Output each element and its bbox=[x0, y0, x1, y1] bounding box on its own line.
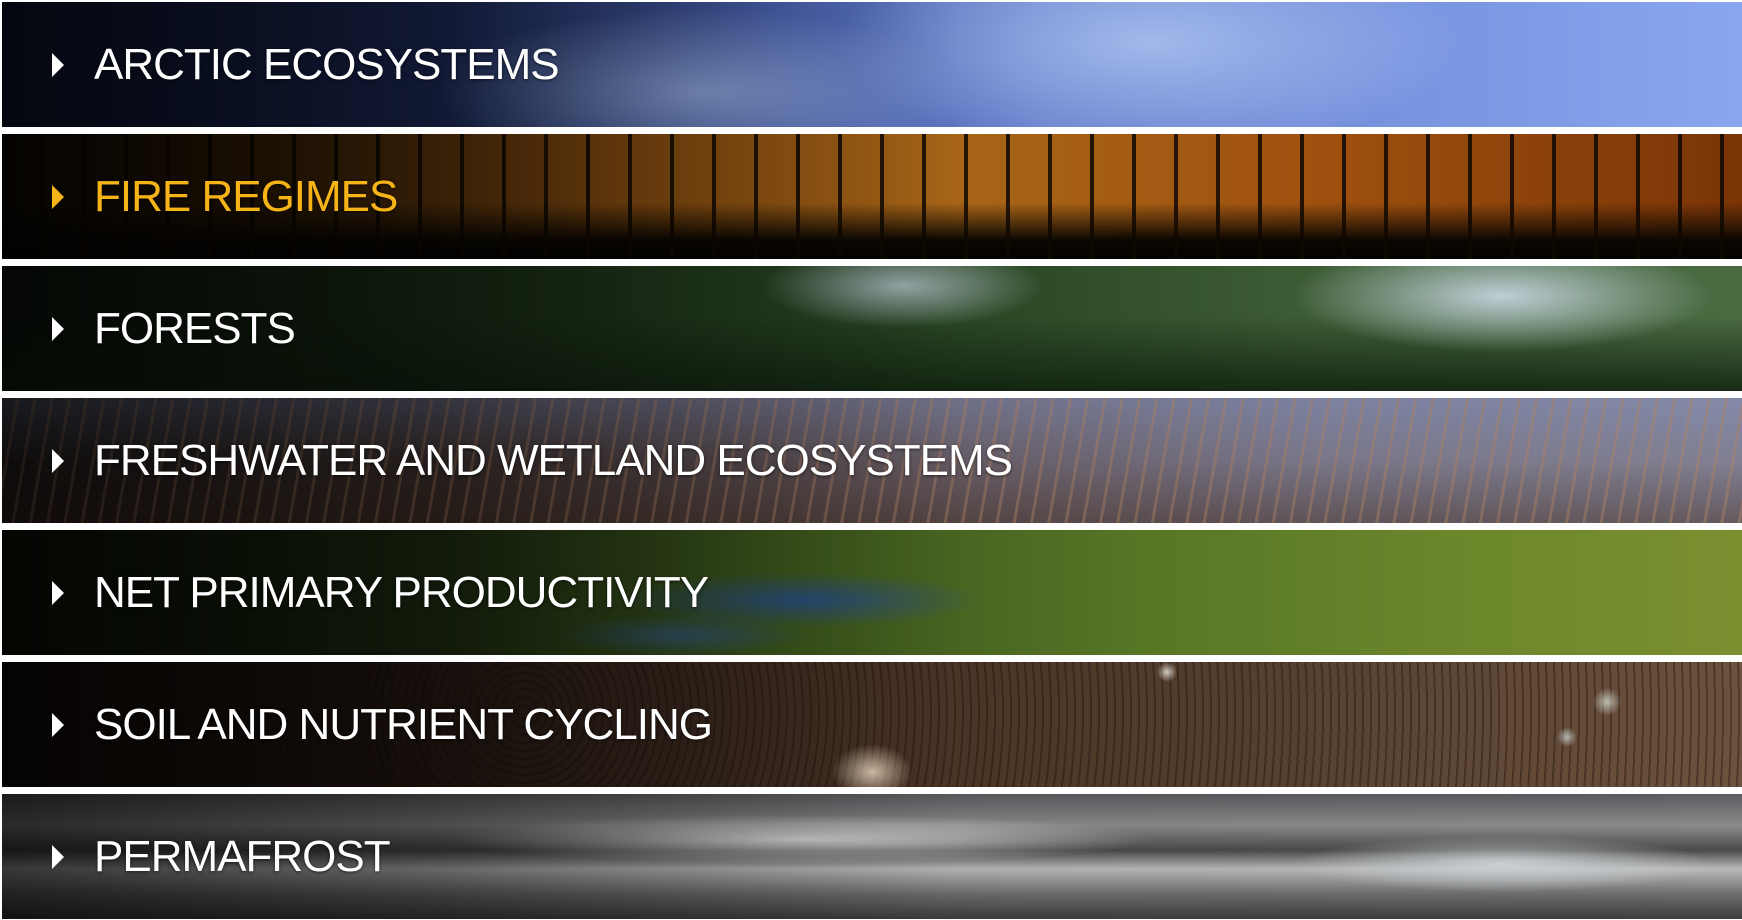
accordion-item-label: NET PRIMARY PRODUCTIVITY bbox=[94, 567, 709, 617]
accordion-item-label: FORESTS bbox=[94, 303, 296, 353]
caret-right-icon bbox=[52, 52, 64, 77]
caret-right-icon bbox=[52, 844, 64, 869]
accordion-item-permafrost[interactable]: PERMAFROST bbox=[2, 794, 1742, 919]
accordion-item-label: FRESHWATER AND WETLAND ECOSYSTEMS bbox=[94, 435, 1013, 485]
topic-accordion: ARCTIC ECOSYSTEMS FIRE REGIMES FORESTS F… bbox=[2, 2, 1742, 920]
accordion-item-label: FIRE REGIMES bbox=[94, 171, 398, 221]
accordion-item-freshwater-and-wetland-ecosystems[interactable]: FRESHWATER AND WETLAND ECOSYSTEMS bbox=[2, 398, 1742, 523]
accordion-item-net-primary-productivity[interactable]: NET PRIMARY PRODUCTIVITY bbox=[2, 530, 1742, 655]
caret-right-icon bbox=[52, 184, 64, 209]
accordion-item-soil-and-nutrient-cycling[interactable]: SOIL AND NUTRIENT CYCLING bbox=[2, 662, 1742, 787]
accordion-item-fire-regimes[interactable]: FIRE REGIMES bbox=[2, 134, 1742, 259]
caret-right-icon bbox=[52, 580, 64, 605]
caret-right-icon bbox=[52, 316, 64, 341]
caret-right-icon bbox=[52, 448, 64, 473]
accordion-item-arctic-ecosystems[interactable]: ARCTIC ECOSYSTEMS bbox=[2, 2, 1742, 127]
accordion-item-label: PERMAFROST bbox=[94, 831, 391, 881]
accordion-item-label: ARCTIC ECOSYSTEMS bbox=[94, 39, 560, 89]
accordion-item-label: SOIL AND NUTRIENT CYCLING bbox=[94, 699, 713, 749]
accordion-item-forests[interactable]: FORESTS bbox=[2, 266, 1742, 391]
caret-right-icon bbox=[52, 712, 64, 737]
